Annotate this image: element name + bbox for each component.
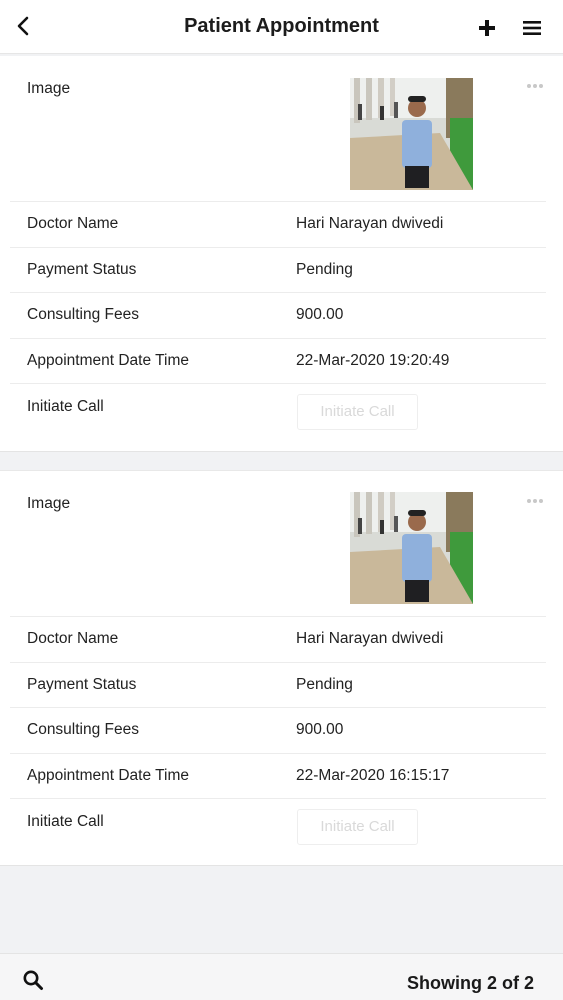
more-options-icon[interactable] (527, 499, 547, 505)
initiate-call-button[interactable]: Initiate Call (297, 809, 418, 845)
divider (10, 798, 546, 799)
image-label: Image (27, 80, 71, 97)
initiate-call-label: Initiate Call (27, 398, 104, 415)
consulting-fees-value: 900.00 (296, 306, 344, 323)
divider (10, 753, 546, 754)
divider (10, 616, 546, 617)
bottom-bar: Showing 2 of 2 (0, 953, 563, 1000)
app-header: Patient Appointment (0, 0, 563, 54)
divider (10, 383, 546, 384)
payment-status-label: Payment Status (27, 676, 137, 693)
appointment-datetime-label: Appointment Date Time (27, 352, 189, 369)
doctor-name-label: Doctor Name (27, 630, 119, 647)
appointment-card: Image Doctor Name Hari Narayan dwivedi P… (0, 470, 563, 866)
payment-status-value: Pending (296, 676, 353, 693)
appointment-card: Image Doctor Name Hari Narayan dwivedi P… (0, 56, 563, 452)
divider (10, 292, 546, 293)
doctor-photo (350, 492, 473, 604)
payment-status-label: Payment Status (27, 261, 137, 278)
pagination-count: Showing 2 of 2 (406, 973, 534, 993)
hamburger-menu-icon[interactable] (521, 17, 543, 39)
appointment-datetime-value: 22-Mar-2020 16:15:17 (296, 767, 450, 784)
consulting-fees-value: 900.00 (296, 721, 344, 738)
divider (10, 247, 546, 248)
image-label: Image (27, 495, 71, 512)
plus-icon[interactable] (476, 17, 498, 39)
more-options-icon[interactable] (527, 84, 547, 90)
doctor-name-value: Hari Narayan dwivedi (296, 630, 444, 647)
divider (10, 201, 546, 202)
appointment-datetime-label: Appointment Date Time (27, 767, 189, 784)
appointment-datetime-value: 22-Mar-2020 19:20:49 (296, 352, 450, 369)
divider (10, 707, 546, 708)
search-icon[interactable] (22, 969, 44, 991)
doctor-photo (350, 78, 473, 190)
payment-status-value: Pending (296, 261, 353, 278)
consulting-fees-label: Consulting Fees (27, 721, 140, 738)
initiate-call-button[interactable]: Initiate Call (297, 394, 418, 430)
divider (10, 662, 546, 663)
consulting-fees-label: Consulting Fees (27, 306, 140, 323)
divider (10, 338, 546, 339)
doctor-name-value: Hari Narayan dwivedi (296, 215, 444, 232)
doctor-name-label: Doctor Name (27, 215, 119, 232)
initiate-call-label: Initiate Call (27, 813, 104, 830)
